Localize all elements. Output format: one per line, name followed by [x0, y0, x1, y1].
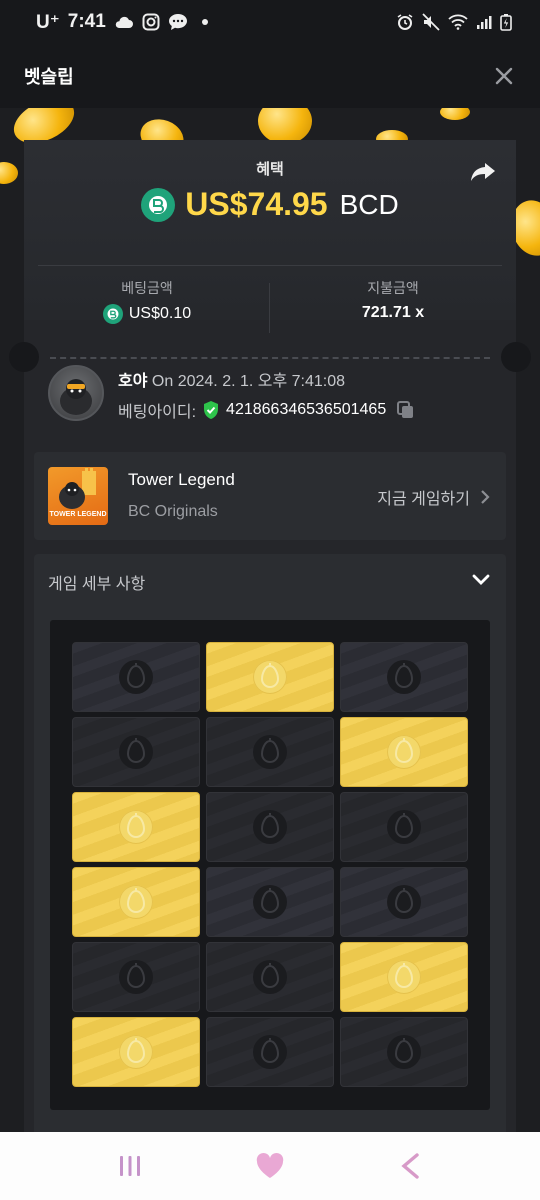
app-header: 벳슬립: [0, 44, 540, 108]
bet-amount-block: 베팅금액 US$0.10: [32, 278, 262, 324]
benefit-amount: US$74.95: [185, 186, 328, 222]
tile-hidden: [72, 642, 200, 712]
user-nickname[interactable]: 호야: [118, 373, 147, 390]
egg-icon: [387, 1035, 421, 1069]
tile-revealed: [72, 1017, 200, 1087]
egg-icon: [119, 885, 153, 919]
cloud-icon: [115, 16, 133, 28]
tile-hidden: [340, 1017, 468, 1087]
bet-amount-value: US$0.10: [128, 305, 192, 322]
page-title: 벳슬립: [24, 67, 74, 87]
egg-icon: [387, 960, 421, 994]
payout-value: 721.71 x: [361, 304, 425, 321]
play-now-label: 지금 게임하기: [377, 491, 470, 508]
benefit-currency: BCD: [339, 188, 399, 220]
game-details-title: 게임 세부 사항: [48, 576, 146, 593]
dashed-divider: [50, 357, 490, 359]
notification-dot-icon: [201, 19, 208, 25]
tile-hidden: [206, 1017, 334, 1087]
user-info: 호야 On 2024. 2. 1. 오후 7:41:08 베팅아이디: 4218…: [48, 365, 498, 425]
bet-amount-label: 베팅금액: [121, 280, 173, 296]
tile-hidden: [206, 717, 334, 787]
heart-icon: [256, 1153, 284, 1178]
bc-coin-icon: [141, 187, 176, 222]
bet-slip-card: 혜택 US$74.95 BCD 베팅금액 US$0.10 지불금액 721.71…: [9, 140, 531, 1132]
tile-revealed: [72, 867, 200, 937]
battery-icon: [500, 14, 512, 31]
tile-hidden: [206, 942, 334, 1012]
bet-id-value: 421866346536501465: [226, 401, 387, 418]
tile-revealed: [340, 717, 468, 787]
status-bar: U⁺ 7:41: [0, 0, 540, 44]
instagram-icon: [142, 13, 160, 31]
bet-slip-content[interactable]: 혜택 US$74.95 BCD 베팅금액 US$0.10 지불금액 721.71…: [0, 108, 540, 1132]
mute-icon: [422, 13, 440, 31]
game-details-section: 게임 세부 사항: [34, 554, 506, 1132]
verified-shield-icon: [204, 401, 219, 419]
tile-hidden: [340, 867, 468, 937]
egg-icon: [387, 885, 421, 919]
egg-icon: [119, 1035, 153, 1069]
status-time: 7:41: [67, 11, 106, 32]
chat-bubble-icon: [168, 14, 187, 30]
divider: [269, 283, 270, 333]
ticket-notch: [9, 342, 39, 372]
tile-hidden: [340, 792, 468, 862]
share-icon[interactable]: [470, 160, 496, 184]
egg-icon: [253, 885, 287, 919]
egg-icon: [387, 660, 421, 694]
tile-hidden: [206, 867, 334, 937]
tile-hidden: [72, 717, 200, 787]
egg-icon: [253, 960, 287, 994]
game-thumbnail-label: TOWER LEGEND: [49, 511, 107, 518]
egg-icon: [253, 1035, 287, 1069]
date-prefix: On: [151, 373, 174, 390]
alarm-icon: [397, 14, 413, 30]
payout-block: 지불금액 721.71 x: [278, 278, 508, 322]
egg-icon: [253, 660, 287, 694]
close-icon[interactable]: [492, 64, 516, 88]
egg-icon: [119, 960, 153, 994]
tile-hidden: [340, 642, 468, 712]
copy-icon[interactable]: [396, 400, 416, 420]
avatar[interactable]: [48, 365, 104, 421]
signal-icon: [477, 16, 492, 29]
game-info-card[interactable]: TOWER LEGEND Tower Legend BC Originals 지…: [34, 452, 506, 540]
system-nav-bar: [0, 1132, 540, 1200]
egg-icon: [387, 810, 421, 844]
recent-apps-button[interactable]: [110, 1146, 150, 1186]
bet-id-label: 베팅아이디:: [118, 404, 197, 421]
egg-icon: [119, 735, 153, 769]
tile-hidden: [72, 942, 200, 1012]
bet-datetime: 2024. 2. 1. 오후 7:41:08: [177, 373, 346, 390]
chevron-right-icon: [481, 490, 490, 504]
home-button[interactable]: [250, 1146, 290, 1186]
chevron-down-icon[interactable]: [470, 568, 492, 590]
tile-revealed: [340, 942, 468, 1012]
tile-hidden: [206, 792, 334, 862]
payout-label: 지불금액: [367, 280, 419, 296]
wifi-icon: [448, 14, 468, 30]
carrier-label: U⁺: [36, 11, 60, 33]
game-board: [50, 620, 490, 1110]
back-button[interactable]: [390, 1146, 430, 1186]
recent-apps-icon: [120, 1156, 140, 1176]
game-provider: BC Originals: [128, 503, 218, 520]
egg-icon: [387, 735, 421, 769]
ticket-notch: [501, 342, 531, 372]
egg-icon: [119, 660, 153, 694]
egg-icon: [253, 810, 287, 844]
benefit-label: 혜택: [256, 161, 284, 178]
egg-icon: [119, 810, 153, 844]
tile-revealed: [72, 792, 200, 862]
divider: [38, 265, 502, 266]
back-icon: [401, 1153, 419, 1179]
egg-icon: [253, 735, 287, 769]
tile-revealed: [206, 642, 334, 712]
game-name[interactable]: Tower Legend: [128, 470, 235, 490]
play-now-link[interactable]: 지금 게임하기: [377, 485, 490, 509]
bc-coin-icon: [102, 304, 123, 324]
game-thumbnail[interactable]: TOWER LEGEND: [48, 467, 108, 525]
